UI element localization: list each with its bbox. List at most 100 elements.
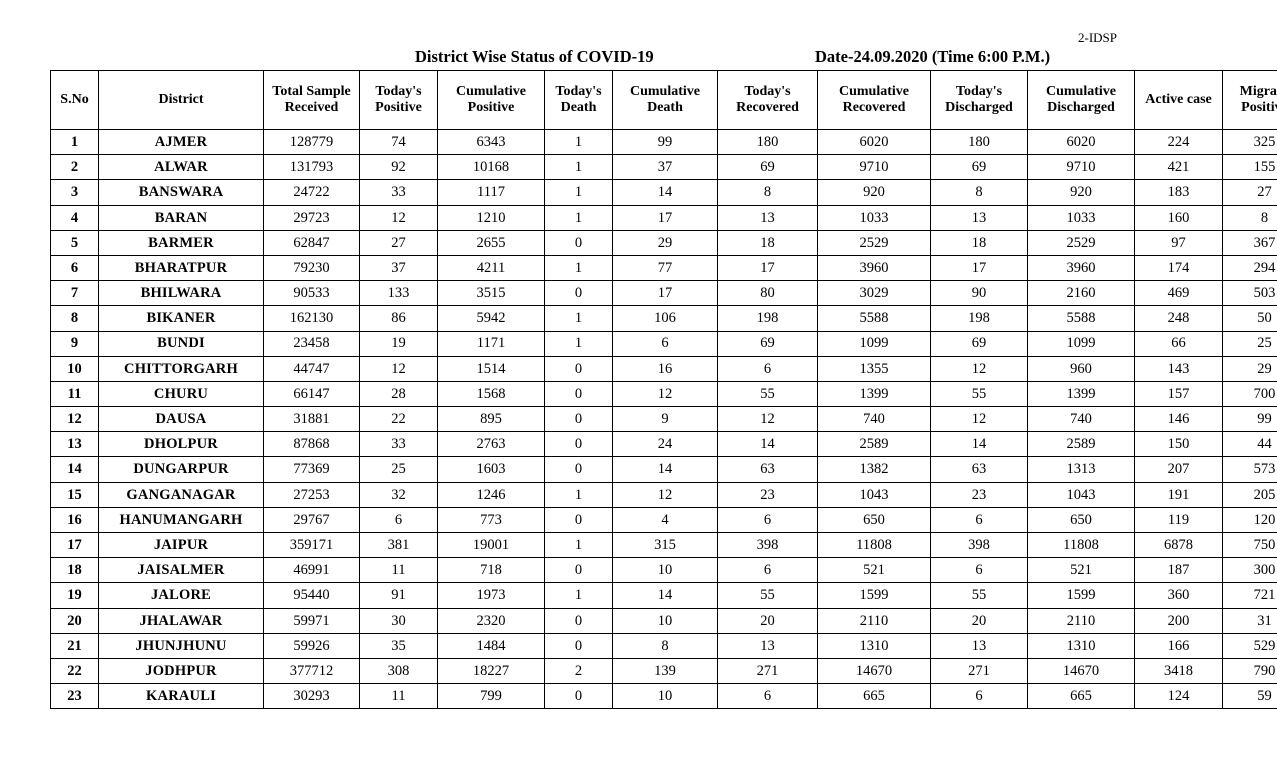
cell-sample: 95440 — [263, 582, 360, 609]
cell-trec: 18 — [717, 229, 818, 256]
cell-crec: 1399 — [817, 380, 931, 408]
cell-tpos: 22 — [359, 406, 438, 433]
column-header-tdeath: Today's Death — [544, 70, 613, 130]
cell-cdis: 740 — [1027, 406, 1135, 433]
column-header-sno: S.No — [50, 70, 99, 130]
cell-tdis: 13 — [930, 204, 1028, 231]
cell-cdeath: 29 — [612, 229, 718, 256]
cell-cdis: 14670 — [1027, 657, 1135, 685]
cell-sno: 23 — [50, 683, 99, 710]
cell-sample: 44747 — [263, 355, 360, 382]
cell-district: JHUNJHUNU — [98, 632, 264, 659]
cell-district: BIKANER — [98, 305, 264, 332]
cell-sno: 9 — [50, 330, 99, 357]
cell-sno: 22 — [50, 657, 99, 685]
table-header-row: S.No District Total Sample Received Today's P… — [50, 70, 1277, 130]
cell-tdis: 271 — [930, 657, 1028, 685]
table-row: 13 DHOLPUR 87868 33 2763 0 24 14 2589 14 2589 150 44 — [50, 431, 1277, 458]
cell-tdis: 23 — [930, 481, 1028, 508]
cell-cpos: 1568 — [437, 380, 545, 408]
cell-active: 6878 — [1134, 531, 1223, 559]
cell-sample: 162130 — [263, 305, 360, 332]
table-row: 18 JAISALMER 46991 11 718 0 10 6 521 6 521 187 300 — [50, 557, 1277, 584]
cell-sno: 5 — [50, 229, 99, 256]
cell-tpos: 33 — [359, 179, 438, 206]
cell-sample: 377712 — [263, 657, 360, 685]
cell-tdeath: 1 — [544, 179, 613, 206]
cell-tpos: 381 — [359, 531, 438, 559]
column-header-line2: Positive — [1241, 100, 1277, 115]
cell-migrant: 325 — [1222, 128, 1277, 156]
column-header-line1: Today's — [744, 84, 791, 100]
table-row: 21 JHUNJHUNU 59926 35 1484 0 8 13 1310 13 1310 166 5… — [50, 632, 1277, 659]
cell-crec: 3960 — [817, 254, 931, 282]
cell-tdeath: 1 — [544, 531, 613, 559]
cell-migrant: 25 — [1222, 330, 1277, 357]
cell-sample: 31881 — [263, 406, 360, 433]
table-header: S.No District Total Sample Received Today's P… — [50, 70, 1277, 130]
cell-trec: 63 — [717, 456, 818, 483]
table-row: 16 HANUMANGARH 29767 6 773 0 4 6 650 6 650 119 120 — [50, 506, 1277, 534]
cell-active: 183 — [1134, 179, 1223, 206]
cell-cdis: 2160 — [1027, 280, 1135, 307]
cell-active: 160 — [1134, 204, 1223, 231]
cell-active: 97 — [1134, 229, 1223, 256]
table-row: 17 JAIPUR 359171 381 19001 1 315 398 11808 398 118… — [50, 531, 1277, 559]
cell-sample: 23458 — [263, 330, 360, 357]
table-body: 1 AJMER 128779 74 6343 1 99 180 6020 180 6020 224 32… — [50, 128, 1277, 710]
cell-sno: 19 — [50, 582, 99, 609]
cell-active: 360 — [1134, 582, 1223, 609]
cell-tpos: 74 — [359, 128, 438, 156]
column-header-line1: Migrant — [1239, 84, 1277, 100]
column-header-cpos: Cumulative Positive — [437, 70, 545, 130]
cell-tpos: 30 — [359, 607, 438, 634]
cell-tdeath: 2 — [544, 657, 613, 685]
cell-cpos: 895 — [437, 406, 545, 433]
cell-district: JAIPUR — [98, 531, 264, 559]
cell-tdis: 14 — [930, 431, 1028, 458]
cell-sno: 16 — [50, 506, 99, 534]
cell-crec: 1310 — [817, 632, 931, 659]
cell-sno: 18 — [50, 557, 99, 584]
cell-tpos: 133 — [359, 280, 438, 307]
cell-tdis: 63 — [930, 456, 1028, 483]
table-row: 6 BHARATPUR 79230 37 4211 1 77 17 3960 17 3960 174 2… — [50, 254, 1277, 282]
column-header-line2: Discharged — [945, 100, 1013, 115]
cell-tdeath: 0 — [544, 506, 613, 534]
cell-trec: 69 — [717, 330, 818, 357]
table-row: 22 JODHPUR 377712 308 18227 2 139 271 14670 271 14… — [50, 657, 1277, 685]
cell-cdis: 3960 — [1027, 254, 1135, 282]
cell-cdeath: 17 — [612, 280, 718, 307]
table-row: 7 BHILWARA 90533 133 3515 0 17 80 3029 90 2160 469 5… — [50, 280, 1277, 307]
cell-district: DAUSA — [98, 406, 264, 433]
cell-tdeath: 1 — [544, 204, 613, 231]
cell-migrant: 700 — [1222, 380, 1277, 408]
column-header-line2: Discharged — [1047, 100, 1115, 115]
cell-cdis: 960 — [1027, 355, 1135, 382]
cell-sno: 11 — [50, 380, 99, 408]
column-header-line1: Today's — [555, 84, 602, 100]
cell-crec: 650 — [817, 506, 931, 534]
document-corner-label: 2-IDSP — [1078, 30, 1118, 45]
cell-district: BARAN — [98, 204, 264, 231]
cell-crec: 740 — [817, 406, 931, 433]
cell-cdeath: 14 — [612, 582, 718, 609]
cell-tdis: 69 — [930, 154, 1028, 181]
cell-migrant: 59 — [1222, 683, 1277, 710]
cell-district: BHILWARA — [98, 280, 264, 307]
cell-tdis: 13 — [930, 632, 1028, 659]
cell-migrant: 44 — [1222, 431, 1277, 458]
cell-trec: 198 — [717, 305, 818, 332]
cell-migrant: 50 — [1222, 305, 1277, 332]
cell-cdeath: 17 — [612, 204, 718, 231]
cell-district: ALWAR — [98, 154, 264, 181]
cell-cdis: 1310 — [1027, 632, 1135, 659]
cell-cdeath: 77 — [612, 254, 718, 282]
cell-trec: 80 — [717, 280, 818, 307]
cell-cpos: 18227 — [437, 657, 545, 685]
column-header-line1: Cumulative — [630, 84, 700, 100]
cell-cdis: 11808 — [1027, 531, 1135, 559]
cell-active: 248 — [1134, 305, 1223, 332]
table-row: 4 BARAN 29723 12 1210 1 17 13 1033 13 1033 160 8 — [50, 204, 1277, 231]
cell-sample: 77369 — [263, 456, 360, 483]
